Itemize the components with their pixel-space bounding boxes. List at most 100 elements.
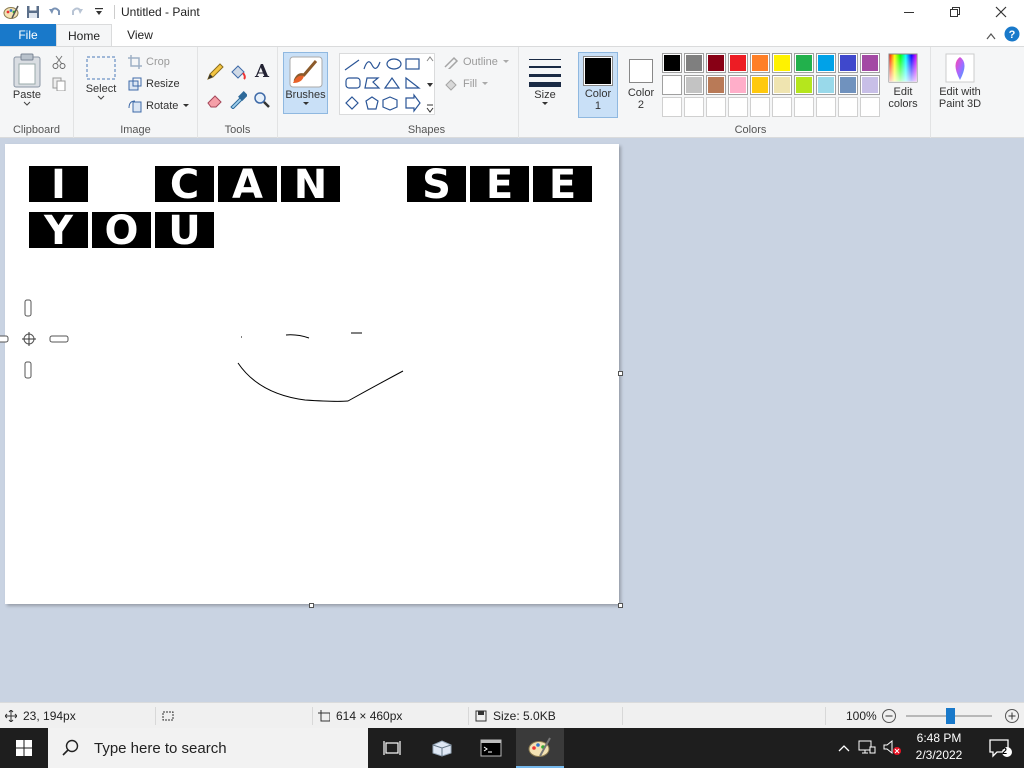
tab-file[interactable]: File (0, 24, 56, 46)
palette-swatch[interactable] (860, 75, 880, 95)
palette-swatch[interactable] (706, 53, 726, 73)
notification-center-button[interactable]: 2 (980, 728, 1020, 768)
show-hidden-icons-icon[interactable] (838, 741, 850, 755)
color2-button[interactable]: Color 2 (623, 52, 659, 118)
canvas-workspace[interactable]: ICANSEE YOU (0, 138, 1024, 702)
paste-dropdown-icon[interactable] (23, 101, 31, 107)
resize-button[interactable]: Resize (128, 77, 180, 91)
taskbar-app-command-prompt[interactable] (467, 728, 515, 768)
size-dropdown-icon[interactable] (541, 101, 549, 107)
maximize-button[interactable] (932, 0, 978, 24)
zoom-in-button[interactable] (1005, 703, 1019, 729)
paint3d-icon (945, 53, 975, 83)
shapes-scroll-icon[interactable] (425, 55, 435, 118)
palette-swatch[interactable] (772, 75, 792, 95)
palette-swatch[interactable] (662, 97, 682, 117)
zoom-slider-thumb[interactable] (946, 708, 955, 724)
start-button[interactable] (0, 728, 48, 768)
palette-swatch[interactable] (662, 75, 682, 95)
taskbar-clock[interactable]: 6:48 PM 2/3/2022 (908, 730, 970, 764)
palette-swatch[interactable] (662, 53, 682, 73)
svg-text:?: ? (1009, 29, 1016, 41)
paint-app-icon[interactable] (2, 3, 20, 21)
palette-swatch[interactable] (750, 53, 770, 73)
palette-swatch[interactable] (684, 53, 704, 73)
magnifier-icon[interactable] (253, 91, 271, 112)
palette-swatch[interactable] (728, 53, 748, 73)
copy-icon[interactable] (52, 77, 66, 94)
zoom-out-button[interactable] (882, 703, 896, 729)
palette-swatch[interactable] (706, 97, 726, 117)
edit-with-paint3d-button[interactable]: Edit with Paint 3D (934, 53, 986, 110)
outline-dropdown-icon[interactable] (502, 59, 510, 65)
palette-swatch[interactable] (794, 75, 814, 95)
size-button[interactable]: Size (527, 55, 563, 107)
palette-swatch[interactable] (838, 53, 858, 73)
palette-swatch[interactable] (728, 75, 748, 95)
eraser-icon[interactable] (206, 91, 224, 112)
taskbar-app-paint[interactable] (516, 728, 564, 768)
palette-swatch[interactable] (860, 53, 880, 73)
text-tool-icon[interactable]: A (253, 61, 271, 82)
palette-swatch[interactable] (794, 53, 814, 73)
task-view-button[interactable] (368, 728, 416, 768)
fill-dropdown-icon[interactable] (481, 81, 489, 87)
palette-swatch[interactable] (794, 97, 814, 117)
resize-icon (128, 77, 142, 91)
rotate-button[interactable]: Rotate (128, 99, 190, 113)
palette-swatch-fill (840, 99, 856, 115)
collapse-ribbon-icon[interactable] (986, 29, 996, 43)
color1-button[interactable]: Color 1 (578, 52, 618, 118)
palette-swatch[interactable] (860, 97, 880, 117)
palette-swatch[interactable] (750, 75, 770, 95)
pencil-icon[interactable] (206, 63, 224, 84)
palette-swatch-fill (774, 77, 790, 93)
resize-handle-bottom[interactable] (309, 603, 314, 608)
palette-swatch[interactable] (816, 75, 836, 95)
customize-toolbar-dropdown-icon[interactable] (90, 3, 108, 21)
palette-swatch[interactable] (772, 53, 792, 73)
tab-home[interactable]: Home (56, 24, 112, 46)
palette-swatch[interactable] (684, 97, 704, 117)
drawing-canvas[interactable]: ICANSEE YOU (5, 144, 619, 604)
network-icon[interactable] (858, 740, 876, 757)
tab-view[interactable]: View (112, 24, 168, 46)
palette-swatch[interactable] (728, 97, 748, 117)
status-separator (312, 707, 313, 725)
palette-swatch-fill (752, 77, 768, 93)
palette-swatch[interactable] (838, 97, 858, 117)
help-icon[interactable]: ? (1004, 26, 1020, 45)
close-button[interactable] (978, 0, 1024, 24)
fill-bucket-icon[interactable] (229, 63, 247, 84)
save-icon[interactable] (24, 3, 42, 21)
palette-swatch[interactable] (684, 75, 704, 95)
outline-button[interactable]: Outline (443, 55, 510, 69)
undo-icon[interactable] (46, 3, 64, 21)
palette-swatch[interactable] (816, 97, 836, 117)
palette-swatch[interactable] (816, 53, 836, 73)
rotate-dropdown-icon[interactable] (182, 103, 190, 109)
taskbar-app-3d-viewer[interactable] (418, 728, 466, 768)
select-button[interactable]: Select (82, 55, 120, 101)
minimize-button[interactable] (886, 0, 932, 24)
fill-button[interactable]: Fill (443, 77, 489, 91)
palette-swatch[interactable] (838, 75, 858, 95)
edit-colors-button[interactable]: Edit colors (885, 53, 921, 110)
palette-swatch[interactable] (772, 97, 792, 117)
brushes-button[interactable]: Brushes (283, 52, 328, 114)
brushes-dropdown-icon[interactable] (302, 101, 310, 107)
resize-handle-corner[interactable] (618, 603, 623, 608)
volume-muted-icon[interactable] (882, 739, 902, 758)
shapes-gallery[interactable] (339, 53, 435, 115)
taskbar-search-box[interactable]: Type here to search (48, 728, 368, 768)
crop-button[interactable]: Crop (128, 55, 170, 69)
palette-swatch[interactable] (706, 75, 726, 95)
select-dropdown-icon[interactable] (97, 95, 105, 101)
cut-icon[interactable] (52, 55, 66, 72)
palette-swatch[interactable] (750, 97, 770, 117)
paste-button[interactable]: Paste (8, 53, 46, 107)
paint-palette-icon (528, 737, 551, 757)
resize-handle-right[interactable] (618, 371, 623, 376)
redo-icon[interactable] (68, 3, 86, 21)
color-picker-icon[interactable] (229, 91, 248, 112)
